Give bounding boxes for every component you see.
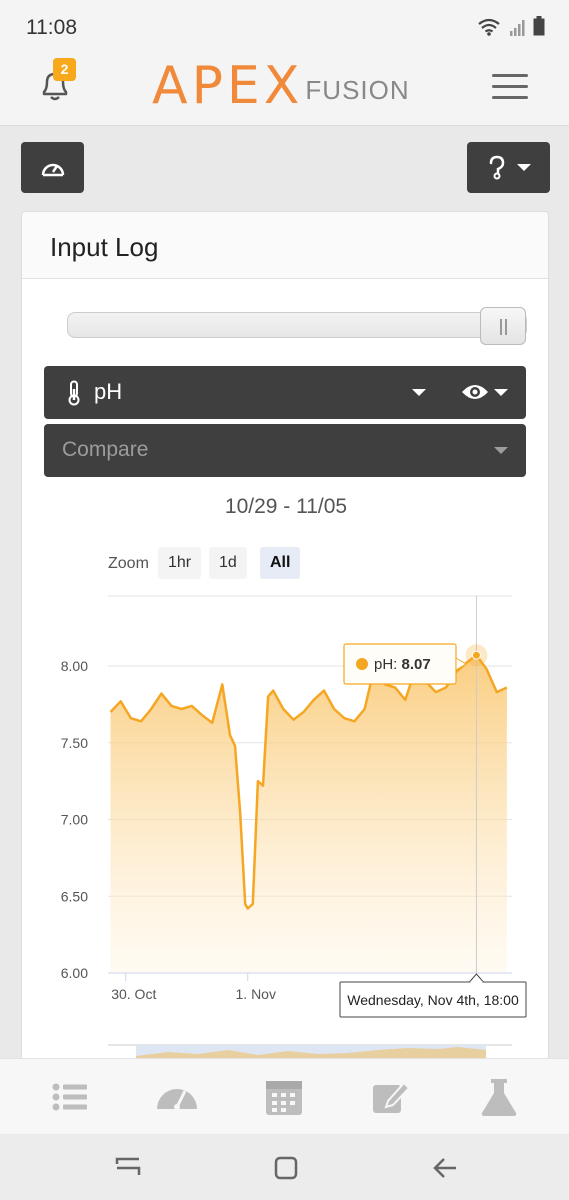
y-tick-label: 6.50	[61, 888, 88, 904]
help-icon	[489, 155, 504, 179]
dashboard-button[interactable]	[21, 142, 84, 193]
wifi-icon	[478, 18, 500, 36]
hover-marker	[471, 650, 481, 660]
chevron-down-icon	[412, 389, 426, 396]
back-arrow-icon[interactable]	[432, 1156, 458, 1180]
y-tick-label: 8.00	[61, 658, 88, 674]
time-range-slider[interactable]	[67, 312, 527, 338]
calendar-icon[interactable]	[262, 1077, 306, 1117]
dashboard-icon[interactable]	[155, 1077, 199, 1117]
compare-select[interactable]: Compare	[44, 424, 526, 477]
chevron-down-icon	[494, 389, 508, 396]
system-icons	[477, 16, 545, 36]
chevron-down-icon	[494, 447, 508, 454]
x-tick-label: 30. Oct	[111, 986, 156, 1002]
notification-badge: 2	[53, 58, 76, 81]
gauge-icon	[41, 163, 64, 176]
zoom-1d-button[interactable]: 1d	[209, 547, 247, 579]
status-bar: 11:08	[0, 0, 569, 46]
input-log-card: Input Log pH Compare 10/29 - 11/05 Zoom …	[21, 211, 549, 1111]
chevron-down-icon	[516, 164, 531, 171]
edit-icon[interactable]	[370, 1077, 414, 1117]
probe-select[interactable]: pH	[44, 366, 526, 419]
signal-icon	[510, 20, 525, 36]
home-icon[interactable]	[274, 1156, 298, 1180]
lab-flask-icon[interactable]	[477, 1077, 521, 1117]
status-time: 11:08	[26, 16, 77, 39]
logo-fusion-text: FUSION	[305, 75, 410, 105]
bottom-navigation	[0, 1058, 569, 1134]
zoom-label: Zoom	[108, 555, 149, 572]
pointer-mask	[470, 981, 483, 984]
y-tick-label: 6.00	[61, 965, 88, 981]
y-tick-label: 7.50	[61, 735, 88, 751]
apex-fusion-logo: APEX FUSION	[152, 56, 410, 116]
tooltip-series-label: pH:	[374, 656, 402, 673]
system-navigation-bar	[0, 1134, 569, 1200]
zoom-all-button[interactable]: All	[260, 547, 301, 579]
eye-icon[interactable]	[461, 382, 489, 402]
crosshair-label-pointer	[468, 973, 485, 983]
crosshair-timestamp: Wednesday, Nov 4th, 18:00	[347, 992, 519, 1008]
probe-select-value: pH	[94, 379, 123, 404]
hamburger-menu-icon[interactable]	[492, 74, 528, 100]
date-range-label: 10/29 - 11/05	[224, 495, 348, 518]
tooltip-text: pH: 8.07	[374, 656, 431, 673]
y-tick-label: 7.00	[61, 812, 88, 828]
x-tick-label: 1. Nov	[236, 986, 276, 1002]
logo-apex-text: APEX	[152, 56, 304, 116]
card-title: Input Log	[50, 232, 159, 262]
compare-placeholder: Compare	[62, 438, 149, 461]
tooltip-dot	[356, 658, 368, 670]
slider-handle[interactable]	[480, 307, 526, 345]
help-dropdown-button[interactable]	[467, 142, 550, 193]
list-icon[interactable]	[48, 1077, 92, 1117]
battery-icon	[533, 16, 545, 36]
thermometer-icon	[68, 380, 80, 406]
zoom-1hr-button[interactable]: 1hr	[158, 547, 202, 579]
recent-apps-icon[interactable]	[115, 1156, 141, 1178]
tooltip-value: 8.07	[402, 656, 431, 673]
app-header: 2 APEX FUSION	[0, 46, 569, 126]
ph-chart[interactable]: 8.00 7.50 7.00 6.50 6.00 30. Oct 1. Nov pH: 8.0…	[22, 582, 550, 1022]
